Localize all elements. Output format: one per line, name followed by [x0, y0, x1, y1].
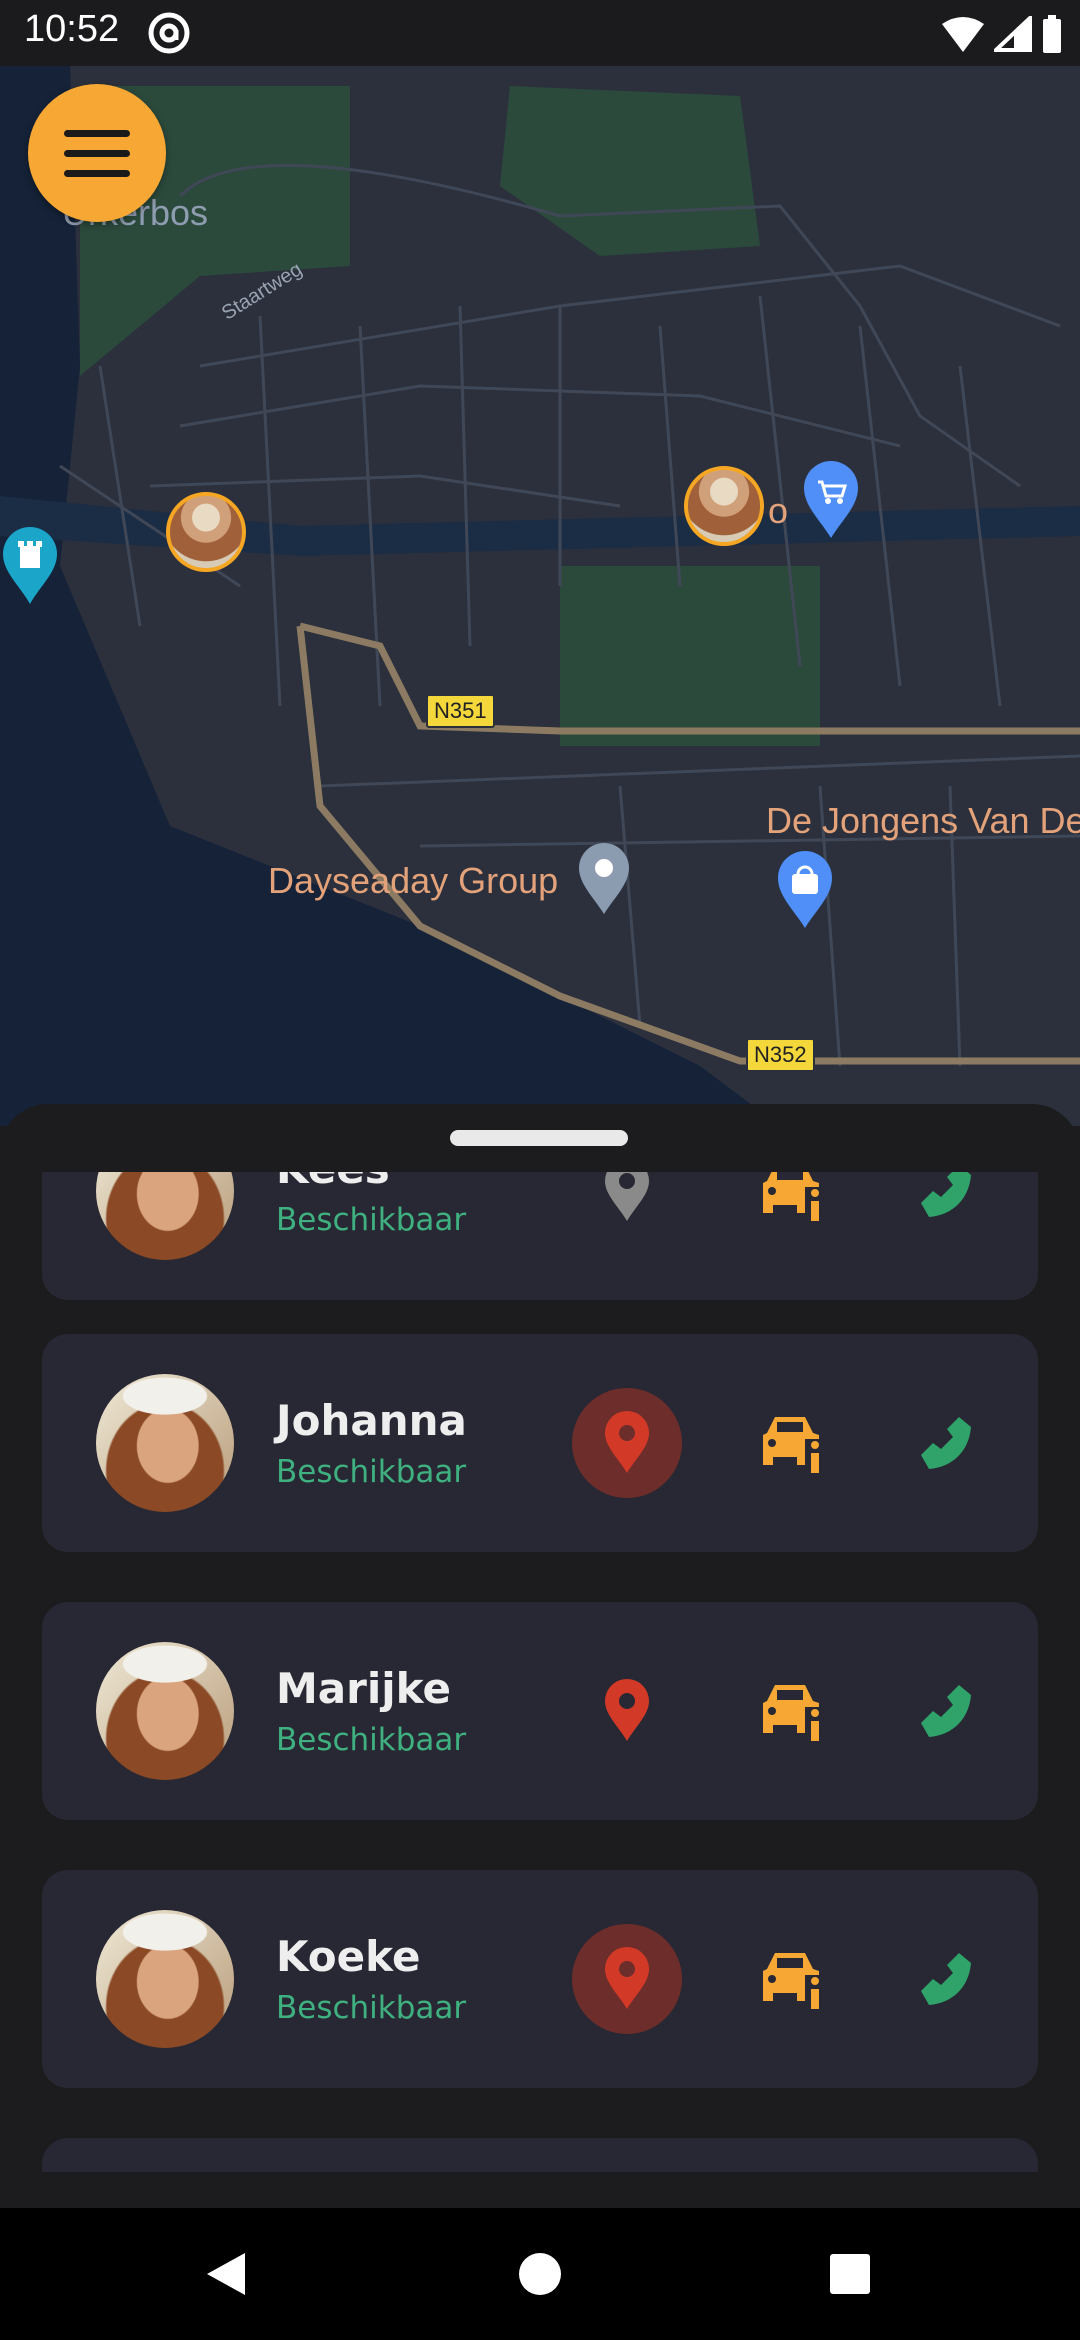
- car-info-button[interactable]: [742, 1930, 842, 2030]
- sheet-drag-handle[interactable]: [450, 1130, 628, 1146]
- castle-marker-icon[interactable]: [0, 526, 60, 606]
- car-info-icon: [763, 1172, 825, 1223]
- recents-button[interactable]: [818, 2242, 882, 2306]
- status-time: 10:52: [24, 8, 120, 50]
- road-badge-n352: N352: [746, 1038, 815, 1072]
- phone-icon: [921, 1417, 971, 1469]
- car-info-button[interactable]: [742, 1394, 842, 1494]
- contact-status: Beschikbaar: [276, 1454, 467, 1490]
- contact-card[interactable]: [42, 2138, 1038, 2172]
- contact-status: Beschikbaar: [276, 1722, 467, 1758]
- contact-card[interactable]: Kees Beschikbaar: [42, 1172, 1038, 1300]
- home-button[interactable]: [508, 2242, 572, 2306]
- map-label-jongens[interactable]: De Jongens Van De: [766, 800, 1080, 842]
- contact-card[interactable]: Johanna Beschikbaar: [42, 1334, 1038, 1552]
- wifi-icon: [942, 17, 984, 52]
- avatar: [96, 1910, 234, 2048]
- phone-icon: [921, 1953, 971, 2005]
- contact-status: Beschikbaar: [276, 1202, 467, 1238]
- recents-square-icon: [830, 2254, 870, 2294]
- status-icons: [942, 12, 1062, 56]
- call-button[interactable]: [894, 1172, 994, 1240]
- car-info-icon: [763, 1685, 825, 1743]
- menu-button[interactable]: [28, 84, 166, 222]
- contact-name: Johanna: [276, 1396, 467, 1445]
- location-pin-icon: [605, 1947, 649, 2009]
- location-button[interactable]: [572, 1924, 682, 2034]
- car-info-icon: [763, 1953, 825, 2011]
- map-contact-marker[interactable]: [684, 466, 764, 546]
- call-button[interactable]: [894, 1660, 994, 1760]
- road-badge-n351: N351: [426, 694, 495, 728]
- call-button[interactable]: [894, 1928, 994, 2028]
- map-label-dayseaday[interactable]: Dayseaday Group: [268, 860, 558, 902]
- car-info-button[interactable]: [742, 1172, 842, 1242]
- location-pin-icon: [605, 1679, 649, 1741]
- place-marker-icon[interactable]: [576, 842, 632, 916]
- car-info-icon: [763, 1417, 825, 1475]
- contacts-bottom-sheet[interactable]: Kees Beschikbaar Johanna Beschikbaar: [0, 1104, 1080, 2208]
- contact-name: Marijke: [276, 1664, 451, 1713]
- system-nav-bar: [0, 2208, 1080, 2340]
- location-button[interactable]: [572, 1388, 682, 1498]
- shopping-cart-marker-icon[interactable]: [800, 460, 862, 540]
- phone-icon: [921, 1172, 971, 1217]
- map-contact-marker[interactable]: [166, 492, 246, 572]
- battery-icon: [1043, 15, 1061, 53]
- location-button[interactable]: [572, 1656, 682, 1766]
- back-button[interactable]: [194, 2242, 258, 2306]
- contact-card[interactable]: Koeke Beschikbaar: [42, 1870, 1038, 2088]
- contact-list[interactable]: Kees Beschikbaar Johanna Beschikbaar: [0, 1172, 1080, 2172]
- hamburger-icon-line: [64, 129, 130, 137]
- location-pin-icon: [605, 1172, 649, 1221]
- map-label-fragment: o: [768, 490, 789, 531]
- status-bar: 10:52: [0, 0, 1080, 66]
- avatar: [96, 1374, 234, 1512]
- avatar: [96, 1172, 234, 1260]
- hamburger-icon-line: [64, 149, 130, 157]
- map-view[interactable]: Urkerbos Staartweg Dayseaday Group De Jo…: [0, 66, 1080, 1126]
- hamburger-icon-line: [64, 169, 130, 177]
- phone-icon: [921, 1685, 971, 1737]
- location-pin-icon: [605, 1411, 649, 1473]
- at-sign-icon: [148, 12, 190, 54]
- location-button[interactable]: [572, 1172, 682, 1246]
- home-circle-icon: [519, 2253, 561, 2295]
- contact-status: Beschikbaar: [276, 1990, 467, 2026]
- car-info-button[interactable]: [742, 1662, 842, 1762]
- contact-name: Kees: [276, 1172, 390, 1193]
- contact-name: Koeke: [276, 1932, 421, 1981]
- call-button[interactable]: [894, 1392, 994, 1492]
- shopping-bag-marker-icon[interactable]: [774, 850, 836, 930]
- back-triangle-icon: [207, 2253, 245, 2295]
- signal-icon: [994, 16, 1032, 52]
- avatar: [96, 1642, 234, 1780]
- contact-card[interactable]: Marijke Beschikbaar: [42, 1602, 1038, 1820]
